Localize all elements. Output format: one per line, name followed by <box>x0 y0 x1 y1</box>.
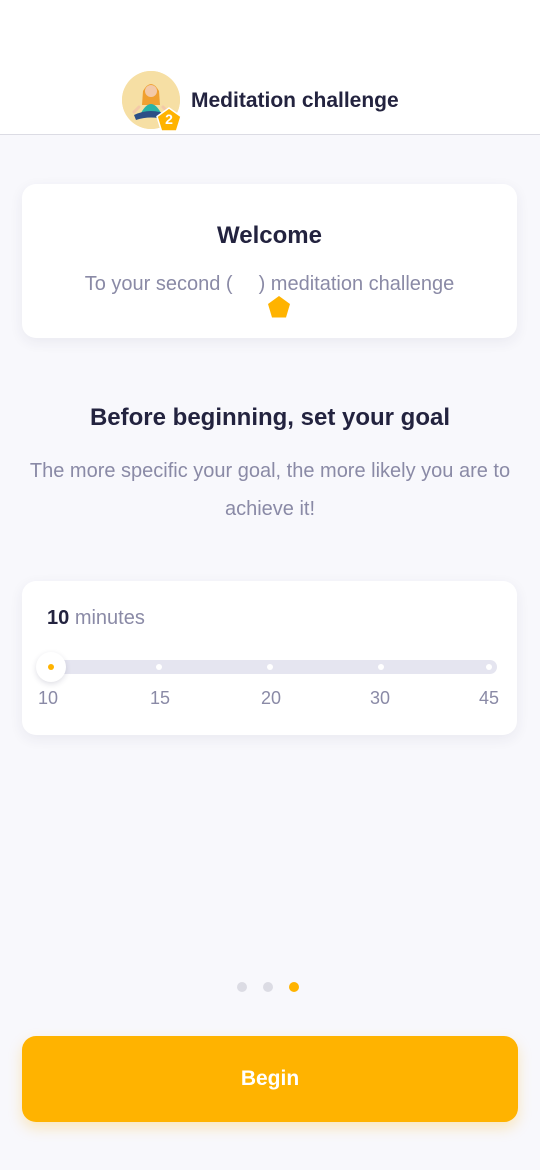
welcome-title: Welcome <box>217 222 322 249</box>
level-number: 2 <box>165 111 173 127</box>
begin-button[interactable]: Begin <box>22 1036 518 1122</box>
meditating-person-icon: 2 <box>122 71 182 132</box>
welcome-card: Welcome To your second ( 2 ) meditation … <box>22 184 517 338</box>
welcome-subtitle-after: ) meditation challenge <box>258 272 455 295</box>
tick-label[interactable]: 45 <box>469 688 509 709</box>
tick-label[interactable]: 15 <box>140 688 180 709</box>
challenge-header: 2 Meditation challenge <box>122 70 399 132</box>
page-indicator <box>237 982 299 992</box>
tick-label[interactable]: 20 <box>251 688 291 709</box>
slider-tick-dot[interactable] <box>156 664 162 670</box>
welcome-subtitle-before: To your second ( <box>84 272 233 295</box>
goal-subtitle: The more specific your goal, the more li… <box>29 460 511 520</box>
goal-slider-card: 10 minutes 10 15 20 30 45 <box>22 581 517 735</box>
welcome-badge-number: 2 <box>241 276 250 291</box>
minutes-unit: minutes <box>74 607 145 629</box>
selected-minutes-label: 10 minutes <box>47 607 145 630</box>
selected-minutes-value: 10 <box>47 607 70 629</box>
app-header: 2 Meditation challenge <box>0 0 540 135</box>
slider-tick-dot[interactable] <box>486 664 492 670</box>
tick-label[interactable]: 10 <box>28 688 68 709</box>
page-dot <box>263 982 273 992</box>
slider-tick-dot[interactable] <box>378 664 384 670</box>
page-dot-active <box>289 982 299 992</box>
level-badge-icon: 2 <box>156 107 182 133</box>
page-dot <box>237 982 247 992</box>
page-title: Meditation challenge <box>191 89 399 112</box>
slider-tick-dot[interactable] <box>267 664 273 670</box>
slider-thumb[interactable] <box>36 652 66 682</box>
tick-label[interactable]: 30 <box>360 688 400 709</box>
welcome-subtitle: To your second ( 2 ) meditation challeng… <box>22 272 517 318</box>
level-badge-icon: 2 <box>234 272 290 318</box>
goal-title: Before beginning, set your goal <box>89 404 451 431</box>
